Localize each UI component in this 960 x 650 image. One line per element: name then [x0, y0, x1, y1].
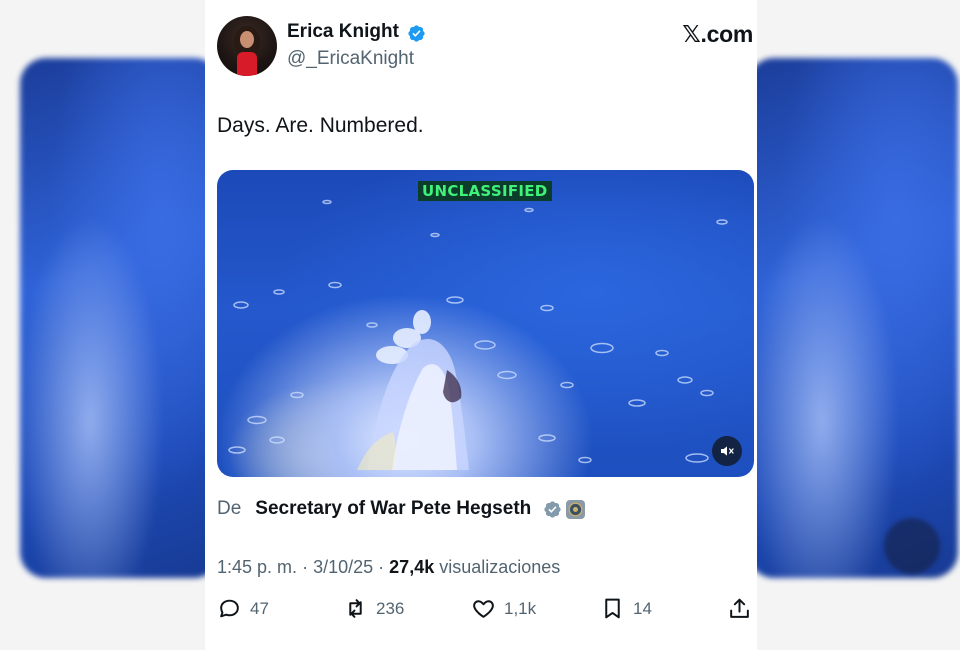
- blurred-background-left: [20, 58, 220, 578]
- reply-count: 47: [250, 598, 269, 618]
- tweet-text: Days. Are. Numbered.: [217, 114, 424, 137]
- bookmark-icon: [605, 598, 620, 619]
- reply-button[interactable]: 47: [217, 596, 269, 621]
- unclassified-label: UNCLASSIFIED: [418, 181, 552, 201]
- mute-toggle-button[interactable]: [712, 436, 742, 466]
- heart-icon: [473, 600, 494, 618]
- verified-badge-icon: [408, 25, 425, 42]
- meta-separator: ·: [378, 557, 385, 577]
- like-count: 1,1k: [504, 598, 537, 618]
- source-account-name[interactable]: Secretary of War Pete Hegseth: [255, 498, 531, 520]
- video-player[interactable]: UNCLASSIFIED: [217, 170, 754, 477]
- government-verified-badge-icon: [544, 500, 561, 518]
- repost-count: 236: [376, 598, 405, 618]
- repost-icon: [349, 599, 362, 618]
- tweet-time[interactable]: 1:45 p. m.: [217, 557, 297, 577]
- share-button[interactable]: [727, 596, 760, 621]
- avatar[interactable]: [217, 16, 277, 76]
- tweet-card: Erica Knight @_EricaKnight 𝕏.com Days. A…: [205, 0, 757, 650]
- repost-button[interactable]: 236: [343, 596, 404, 621]
- share-icon: [730, 598, 749, 618]
- bookmark-button[interactable]: 14: [600, 596, 652, 621]
- x-logo[interactable]: 𝕏.com: [682, 21, 753, 48]
- author-handle[interactable]: @_EricaKnight: [287, 48, 414, 70]
- views-count: 27,4k: [389, 557, 435, 577]
- meta-separator: ·: [302, 557, 309, 577]
- department-seal-icon: [566, 499, 586, 519]
- blurred-background-button: [884, 518, 940, 574]
- video-source: De Secretary of War Pete Hegseth: [217, 498, 586, 520]
- tweet-actions: 47 236 1,1k 14: [205, 596, 757, 630]
- tweet-date[interactable]: 3/10/25: [313, 557, 373, 577]
- tweet-metadata: 1:45 p. m. · 3/10/25 · 27,4k visualizaci…: [217, 557, 560, 578]
- author-name[interactable]: Erica Knight: [287, 21, 399, 43]
- source-prefix: De: [217, 498, 242, 519]
- reply-icon: [220, 599, 239, 618]
- like-button[interactable]: 1,1k: [471, 596, 536, 621]
- water-ripples: [228, 199, 728, 470]
- views-label: visualizaciones: [439, 557, 561, 577]
- speaker-muted-icon: [721, 446, 734, 456]
- blurred-background-right: [748, 58, 958, 578]
- bookmark-count: 14: [633, 598, 652, 618]
